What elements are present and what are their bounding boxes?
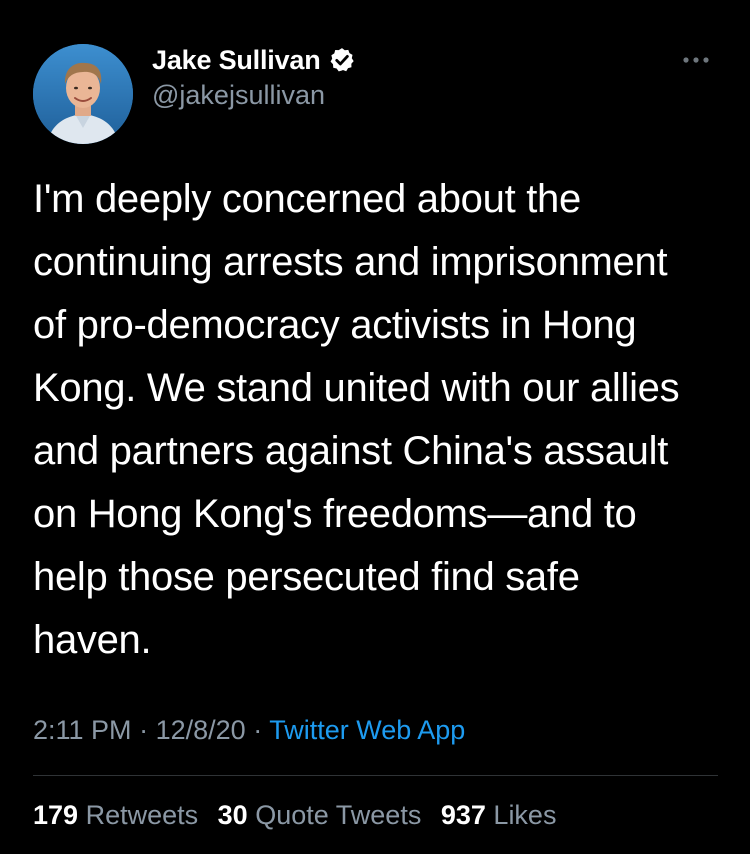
likes-stat[interactable]: 937 Likes: [441, 800, 557, 830]
verified-badge-icon: [328, 46, 356, 74]
quote-tweets-stat[interactable]: 30 Quote Tweets: [218, 800, 422, 830]
retweets-count: 179: [33, 800, 79, 830]
tweet-stats: 179 Retweets 30 Quote Tweets 937 Likes: [33, 800, 568, 831]
retweets-label: Retweets: [85, 800, 199, 830]
likes-count: 937: [440, 800, 486, 830]
likes-label: Likes: [493, 800, 557, 830]
profile-photo-icon: [33, 44, 133, 144]
quote-tweets-count: 30: [217, 800, 248, 830]
tweet-text: I'm deeply concerned about the continuin…: [33, 177, 680, 662]
tweet-source-link[interactable]: Twitter Web App: [269, 715, 465, 745]
tweet-meta: 2:11 PM · 12/8/20 · Twitter Web App: [33, 715, 465, 746]
author-handle[interactable]: @jakejsullivan: [152, 80, 325, 111]
tweet-detail: Jake Sullivan @jakejsullivan I'm deeply …: [0, 0, 750, 854]
divider: [33, 775, 718, 776]
author-display-name[interactable]: Jake Sullivan: [152, 45, 321, 76]
avatar[interactable]: [33, 44, 133, 144]
tweet-date[interactable]: 12/8/20: [156, 715, 246, 745]
meta-separator: ·: [253, 715, 263, 745]
retweets-stat[interactable]: 179 Retweets: [33, 800, 198, 830]
tweet-time[interactable]: 2:11 PM: [33, 715, 132, 745]
more-options-icon[interactable]: [678, 52, 714, 68]
meta-separator: ·: [139, 715, 149, 745]
quote-tweets-label: Quote Tweets: [255, 800, 422, 830]
author-name-row[interactable]: Jake Sullivan: [152, 43, 356, 77]
